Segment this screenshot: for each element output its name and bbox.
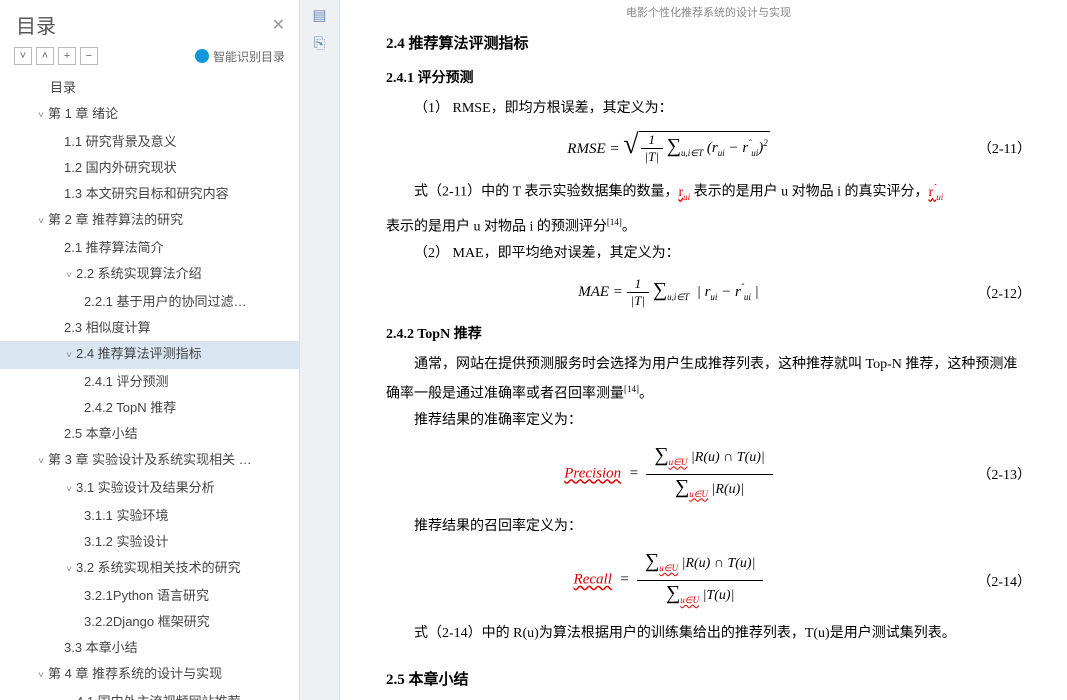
equation-number: （2-11） [951,138,1031,158]
outline-sidebar: 目录 ✕ ˅ ˄ + − 智能识别目录 目录˅第 1 章 绪论1.1 研究背景及… [0,0,300,700]
chevron-down-icon[interactable]: ˅ [36,453,46,471]
equation-number: （2-13） [951,464,1031,484]
toc-item[interactable]: 2.5 本章小结 [0,421,299,447]
toc-item[interactable]: ˅3.1 实验设计及结果分析 [0,475,299,503]
toc-item[interactable]: 3.2.2Django 框架研究 [0,609,299,635]
formula-recall: Recall = ∑u∈U |R(u) ∩ T(u)| ∑u∈U |T(u)| [386,549,951,612]
toc-item-label: 第 3 章 实验设计及系统实现相关 … [48,452,252,467]
toc-item-label: 1.1 研究背景及意义 [64,134,177,149]
chevron-down-icon[interactable]: ˅ [64,481,74,499]
heading-2-4-1: 2.4.1 评分预测 [386,67,1031,87]
toc-item-label: 4.1 国内外主流视频网站推荐 … [76,694,257,700]
toc-item[interactable]: 1.2 国内外研究现状 [0,155,299,181]
add-button[interactable]: + [58,47,76,65]
heading-2-5: 2.5 本章小结 [386,668,1031,689]
toc-item-label: 3.2 系统实现相关技术的研究 [76,560,241,575]
toc-item-label: 2.4 推荐算法评测指标 [76,346,202,361]
toc-item[interactable]: ˅4.1 国内外主流视频网站推荐 … [0,689,299,700]
formula-rmse: RMSE = √ 1 |T| ∑u,i∈T (rui − rˆui)2 [386,131,951,165]
toc-item-label: 2.2 系统实现算法介绍 [76,266,202,281]
toc-item[interactable]: ˅第 1 章 绪论 [0,101,299,129]
toc-item[interactable]: 1.1 研究背景及意义 [0,129,299,155]
equation-2-11: RMSE = √ 1 |T| ∑u,i∈T (rui − rˆui)2 （2-1… [386,131,1031,165]
toc-item[interactable]: ˅2.4 推荐算法评测指标 [0,341,299,369]
toc-item[interactable]: 2.4.2 TopN 推荐 [0,395,299,421]
close-icon[interactable]: ✕ [272,15,285,35]
doc-tool-strip: ▤ ⎘ [300,0,340,700]
chevron-down-icon[interactable]: ˅ [64,561,74,579]
toc-item[interactable]: 3.1.2 实验设计 [0,529,299,555]
chevron-down-icon[interactable]: ˅ [36,667,46,685]
toc-item[interactable]: 3.3 本章小结 [0,635,299,661]
toc-item[interactable]: 1.3 本文研究目标和研究内容 [0,181,299,207]
document-content[interactable]: 电影个性化推荐系统的设计与实现 2.4 推荐算法评测指标 2.4.1 评分预测 … [340,0,1067,700]
toc-item[interactable]: ˅3.2 系统实现相关技术的研究 [0,555,299,583]
equation-2-12: MAE = 1 |T| ∑u,i∈T | rui − rˆui | （2-12） [386,276,1031,309]
sidebar-toolbar: ˅ ˄ + − 智能识别目录 [0,45,299,71]
equation-2-13: Precision = ∑u∈U |R(u) ∩ T(u)| ∑u∈U |R(u… [386,443,1031,506]
toc-item-label: 2.3 相似度计算 [64,320,151,335]
toc-item-label: 3.1.2 实验设计 [84,534,169,549]
toc-item-label: 2.1 推荐算法简介 [64,240,164,255]
toc-item[interactable]: 2.2.1 基于用户的协同过滤… [0,289,299,315]
paragraph: 表示的是用户 u 对物品 i 的预测评分[14]。 [386,210,1031,240]
heading-2-4-2: 2.4.2 TopN 推荐 [386,323,1031,343]
toc-item[interactable]: 3.1.1 实验环境 [0,503,299,529]
toc-item[interactable]: ˅第 2 章 推荐算法的研究 [0,207,299,235]
toc-item-label: 目录 [50,80,76,95]
paragraph: 式（2-14）中的 R(u)为算法根据用户的训练集给出的推荐列表，T(u)是用户… [386,622,1031,646]
smart-toc-toggle[interactable]: 智能识别目录 [195,48,285,65]
equation-2-14: Recall = ∑u∈U |R(u) ∩ T(u)| ∑u∈U |T(u)| … [386,549,1031,612]
sidebar-title: 目录 [16,10,56,39]
toc-item[interactable]: ˅第 4 章 推荐系统的设计与实现 [0,661,299,689]
toc-item-label: 第 4 章 推荐系统的设计与实现 [48,666,222,681]
smart-toc-label: 智能识别目录 [213,48,285,65]
paragraph: （1） RMSE，即均方根误差，其定义为： [386,97,1031,121]
toc-item-label: 3.1.1 实验环境 [84,508,169,523]
toc-item-label: 3.2.1Python 语言研究 [84,588,209,603]
toc-item-label: 2.2.1 基于用户的协同过滤… [84,294,247,309]
equation-number: （2-14） [951,571,1031,591]
expand-down-button[interactable]: ˅ [14,47,32,65]
toc-item-label: 1.3 本文研究目标和研究内容 [64,186,229,201]
toc-item[interactable]: 3.2.1Python 语言研究 [0,583,299,609]
formula-mae: MAE = 1 |T| ∑u,i∈T | rui − rˆui | [386,276,951,309]
toc-item-label: 2.4.2 TopN 推荐 [84,400,176,415]
chevron-down-icon[interactable]: ˅ [64,347,74,365]
toc-item[interactable]: ˅第 3 章 实验设计及系统实现相关 … [0,447,299,475]
paragraph: （2） MAE，即平均绝对误差，其定义为： [386,242,1031,266]
paragraph: 推荐结果的召回率定义为： [386,515,1031,539]
toc-item[interactable]: 2.3 相似度计算 [0,315,299,341]
paragraph: 通常，网站在提供预测服务时会选择为用户生成推荐列表，这种推荐就叫 Top-N 推… [386,353,1031,407]
toc-item-label: 第 2 章 推荐算法的研究 [48,212,183,227]
equation-number: （2-12） [951,283,1031,303]
toc-item-label: 2.5 本章小结 [64,426,138,441]
toc-item[interactable]: 2.1 推荐算法简介 [0,235,299,261]
remove-button[interactable]: − [80,47,98,65]
toc-item-label: 1.2 国内外研究现状 [64,160,177,175]
toc-item[interactable]: 2.4.1 评分预测 [0,369,299,395]
formula-precision: Precision = ∑u∈U |R(u) ∩ T(u)| ∑u∈U |R(u… [386,443,951,506]
toc-item[interactable]: ˅2.2 系统实现算法介绍 [0,261,299,289]
collapse-up-button[interactable]: ˄ [36,47,54,65]
page-running-header: 电影个性化推荐系统的设计与实现 [386,4,1031,24]
paragraph: 式（2-11）中的 T 表示实验数据集的数量，rui 表示的是用户 u 对物品 … [386,175,1031,208]
smart-toc-icon [195,49,209,63]
toc-tree[interactable]: 目录˅第 1 章 绪论1.1 研究背景及意义1.2 国内外研究现状1.3 本文研… [0,71,299,700]
chevron-down-icon[interactable]: ˅ [64,267,74,285]
document-icon[interactable]: ▤ [311,6,329,24]
chevron-down-icon[interactable]: ˅ [36,213,46,231]
bookmark-icon[interactable]: ⎘ [311,34,329,52]
chevron-down-icon[interactable]: ˅ [36,107,46,125]
toc-item-label: 2.4.1 评分预测 [84,374,169,389]
paragraph: 推荐结果的准确率定义为： [386,409,1031,433]
toc-item-label: 3.1 实验设计及结果分析 [76,480,215,495]
toc-item-label: 第 1 章 绪论 [48,106,118,121]
toc-item-label: 3.3 本章小结 [64,640,138,655]
toc-item[interactable]: 目录 [0,75,299,101]
sidebar-header: 目录 ✕ [0,0,299,45]
heading-2-4: 2.4 推荐算法评测指标 [386,32,1031,53]
chevron-down-icon[interactable]: ˅ [64,695,74,700]
toc-item-label: 3.2.2Django 框架研究 [84,614,210,629]
